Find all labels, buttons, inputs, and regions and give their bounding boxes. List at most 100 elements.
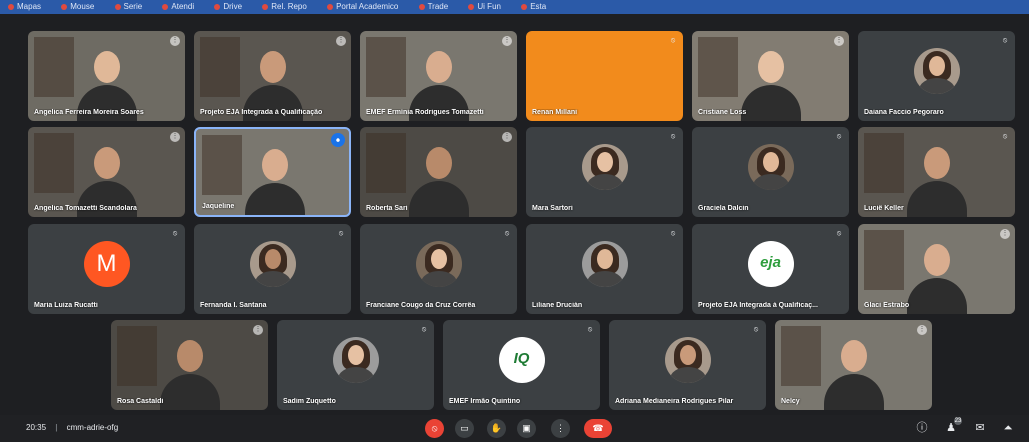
participant-tile[interactable]: ⦸ Mara Sartori [526, 127, 683, 217]
participant-name: Glaci Estrabo [864, 302, 910, 309]
participant-name: Renan Millani [532, 109, 578, 116]
camera-button[interactable]: ▭ [455, 419, 474, 438]
mic-off-icon: ⦸ [587, 326, 593, 333]
participant-grid: ⋮ Angelica Ferreira Moreira Soares ⋮ Projet… [0, 0, 1029, 415]
avatar-photo [332, 336, 379, 383]
leave-call-button[interactable]: ☎ [584, 419, 612, 438]
avatar-body [420, 270, 457, 287]
participant-head [93, 147, 120, 179]
avatar-face [596, 248, 613, 269]
chat-button[interactable]: ✉ [973, 421, 987, 435]
mic-off-icon: ⦸ [1002, 133, 1008, 140]
logo-text: IQ [513, 349, 530, 367]
avatar-photo [747, 143, 794, 190]
meeting-details-icon: ⓘ [916, 422, 928, 434]
avatar-body [337, 366, 374, 383]
avatar-letter: M [83, 240, 130, 287]
mic-off-button[interactable]: ⦸ [425, 419, 444, 438]
participant-tile[interactable]: ⋮ Roberta Sari [360, 127, 517, 217]
mic-off-icon: ⦸ [504, 230, 510, 237]
participant-tile[interactable]: M ⦸ Maria Luiza Rucatti [28, 224, 185, 314]
options-icon[interactable]: ⋮ [834, 36, 844, 46]
options-icon[interactable]: ⋮ [502, 132, 512, 142]
avatar-photo [664, 336, 711, 383]
participant-tile[interactable]: ⋮ Nelcy [775, 320, 932, 410]
people-button[interactable]: ♟ 23 [944, 417, 962, 435]
participant-head [425, 51, 452, 83]
speaking-icon: ⦁ [331, 133, 345, 147]
avatar-face [596, 151, 613, 172]
participant-tile[interactable]: ⋮ Glaci Estrabo [858, 224, 1015, 314]
background-shelf [366, 37, 406, 97]
meeting-details-button[interactable]: ⓘ [915, 421, 929, 435]
participant-tile[interactable]: ⋮ Angelica Ferreira Moreira Soares [28, 31, 185, 121]
participant-name: EMEF Irmão Quintino [449, 398, 521, 405]
participant-tile[interactable]: IQ ⦸ EMEF Irmão Quintino [443, 320, 600, 410]
avatar-face [679, 344, 696, 365]
participant-tile[interactable]: ⦸ Franciane Cougo da Cruz Corrêa [360, 224, 517, 314]
options-icon[interactable]: ⋮ [170, 36, 180, 46]
participant-tile[interactable]: ⦸ Liliane Drucián [526, 224, 683, 314]
participant-tile[interactable]: ⦸ Luciê Keller [858, 127, 1015, 217]
participant-head [261, 149, 288, 181]
options-icon[interactable]: ⋮ [502, 36, 512, 46]
meeting-info: 20:35 | cmm-adrie-ofg [26, 423, 118, 432]
participant-name: Rosa Castaldi [117, 398, 164, 405]
participant-tile[interactable]: ⦸ Renan Millani [526, 31, 683, 121]
logo-text: eja [760, 253, 781, 271]
participant-head [923, 244, 950, 276]
mic-off-icon: ⦸ [836, 230, 842, 237]
participant-name: Daiana Faccio Pegoraro [864, 109, 944, 116]
participant-head [259, 51, 286, 83]
options-icon[interactable]: ⋮ [1000, 229, 1010, 239]
participant-name: EMEF Ermínia Rodrigues Tomazetti [366, 109, 484, 116]
participant-tile[interactable]: ⋮ Projeto EJA Integrada à Qualificação [194, 31, 351, 121]
participant-name: Roberta Sari [366, 205, 408, 212]
participant-name: Graciela Dalcin [698, 205, 749, 212]
participant-head [425, 147, 452, 179]
participant-tile[interactable]: ⋮ Rosa Castaldi [111, 320, 268, 410]
background-shelf [781, 326, 821, 386]
participant-head [757, 51, 784, 83]
avatar-face [430, 248, 447, 269]
participant-name: Maria Luiza Rucatti [34, 302, 98, 309]
meeting-code: cmm-adrie-ofg [66, 423, 119, 432]
options-icon[interactable]: ⋮ [170, 132, 180, 142]
participant-tile[interactable]: eja ⦸ Projeto EJA Integrada à Qualificaç..… [692, 224, 849, 314]
participant-name: Jaqueline [202, 203, 235, 210]
avatar-face [347, 344, 364, 365]
present-button[interactable]: ▣ [517, 419, 536, 438]
options-icon[interactable]: ⋮ [336, 36, 346, 46]
avatar-body [918, 77, 955, 94]
options-icon[interactable]: ⋮ [253, 325, 263, 335]
background-shelf [864, 133, 904, 193]
participant-tile[interactable]: ⦸ Fernanda I. Santana [194, 224, 351, 314]
background-shelf [202, 135, 242, 195]
call-toolbar: 20:35 | cmm-adrie-ofg ⦸ ▭ ✋ ▣ ⋮ ☎ ⓘ ♟ 23 ✉ ⏶ [0, 415, 1029, 442]
mic-off-icon: ⦸ [670, 230, 676, 237]
participant-tile[interactable]: ⦸ Graciela Dalcin [692, 127, 849, 217]
participant-name: Nelcy [781, 398, 800, 405]
participant-tile[interactable]: ⦁ Jaqueline [194, 127, 351, 217]
avatar-photo [415, 240, 462, 287]
options-icon[interactable]: ⋮ [917, 325, 927, 335]
mic-off-icon: ⦸ [670, 37, 676, 44]
participant-head [923, 147, 950, 179]
raise-hand-button[interactable]: ✋ [487, 419, 506, 438]
participant-tile[interactable]: ⋮ Angelica Tomazetti Scandolara [28, 127, 185, 217]
participant-tile[interactable]: ⦸ Adriana Medianeira Rodrigues Pilar [609, 320, 766, 410]
participant-name: Fernanda I. Santana [200, 302, 267, 309]
participant-tile[interactable]: ⋮ EMEF Ermínia Rodrigues Tomazetti [360, 31, 517, 121]
participant-tile[interactable]: ⦸ Daiana Faccio Pegoraro [858, 31, 1015, 121]
participant-body [244, 183, 305, 215]
chat-icon: ✉ [975, 422, 985, 434]
avatar-face [762, 151, 779, 172]
more-options-button[interactable]: ⋮ [551, 419, 570, 438]
participant-tile[interactable]: ⋮ Cristiane Loss [692, 31, 849, 121]
background-shelf [366, 133, 406, 193]
avatar-photo [581, 143, 628, 190]
participant-tile[interactable]: ⦸ Sadim Zuquetto [277, 320, 434, 410]
background-shelf [34, 133, 74, 193]
participant-name: Liliane Drucián [532, 302, 583, 309]
activities-button[interactable]: ⏶ [1001, 421, 1015, 435]
